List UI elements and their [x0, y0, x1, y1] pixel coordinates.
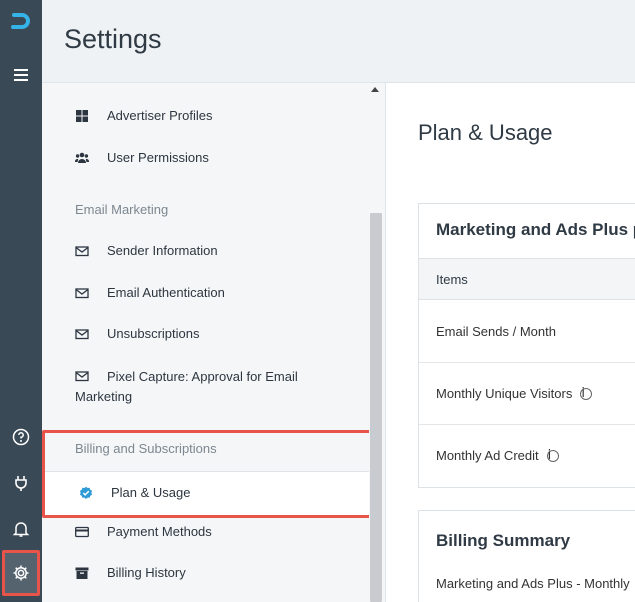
row-label-wrap: Monthly Unique Visitors i — [436, 386, 593, 401]
billing-summary-title: Billing Summary — [436, 531, 571, 550]
nav-item-email-authentication[interactable]: Email Authentication — [75, 285, 225, 300]
integrations-button[interactable] — [0, 465, 42, 501]
section-title: Plan & Usage — [418, 120, 553, 145]
billing-summary-card: Billing Summary Marketing and Ads Plus -… — [418, 510, 635, 602]
nav-item-user-permissions[interactable]: User Permissions — [75, 150, 209, 165]
page-header: Settings — [42, 0, 635, 83]
envelope-icon — [75, 329, 89, 340]
help-button[interactable] — [0, 419, 42, 455]
info-icon[interactable]: i — [580, 387, 593, 400]
brand-logo-icon[interactable] — [9, 10, 33, 34]
users-icon — [75, 152, 89, 163]
scroll-up-arrow-icon[interactable] — [371, 87, 379, 92]
grid-icon — [76, 110, 88, 122]
nav-item-plan-usage[interactable]: Plan & Usage — [45, 471, 373, 515]
billing-summary-line: Marketing and Ads Plus - Monthly — [436, 576, 630, 591]
help-icon — [12, 428, 30, 446]
app-rail — [0, 0, 42, 602]
nav-item-label: Email Authentication — [107, 285, 225, 300]
nav-item-label: User Permissions — [107, 150, 209, 165]
nav-item-label: Pixel Capture: Approval for Email — [107, 369, 298, 384]
table-row: Monthly Ad Credit i — [419, 425, 635, 487]
settings-nav: Advertiser Profiles User Permissions Ema… — [42, 83, 385, 602]
nav-item-pixel-capture[interactable]: Pixel Capture: Approval for Email Market… — [75, 367, 335, 407]
nav-item-label: Payment Methods — [107, 524, 212, 539]
archive-icon — [75, 567, 89, 579]
column-header-items: Items — [436, 272, 468, 287]
row-label-wrap: Monthly Ad Credit i — [436, 448, 559, 463]
menu-button[interactable] — [0, 57, 42, 93]
highlight-billing-section: Billing and Subscriptions Plan & Usage — [42, 430, 376, 518]
row-label: Monthly Unique Visitors — [436, 386, 573, 401]
nav-item-billing-history[interactable]: Billing History — [75, 565, 186, 580]
nav-item-sender-information[interactable]: Sender Information — [75, 243, 218, 258]
plan-card: Marketing and Ads Plus pl Items Email Se… — [418, 203, 635, 488]
nav-section-email-marketing: Email Marketing — [75, 202, 169, 217]
notifications-button[interactable] — [0, 511, 42, 547]
envelope-icon — [75, 371, 89, 382]
nav-item-payment-methods[interactable]: Payment Methods — [75, 524, 212, 539]
nav-scrollbar[interactable] — [369, 83, 385, 602]
nav-section-billing: Billing and Subscriptions — [75, 441, 217, 456]
gear-icon — [13, 565, 29, 581]
envelope-icon — [75, 288, 89, 299]
hamburger-icon — [14, 69, 28, 81]
settings-button[interactable] — [2, 550, 40, 596]
nav-item-label: Billing History — [107, 565, 186, 580]
nav-item-label: Plan & Usage — [111, 485, 191, 500]
credit-card-icon — [75, 526, 89, 538]
info-icon[interactable]: i — [546, 449, 559, 462]
nav-item-label-line2: Marketing — [75, 389, 133, 404]
table-row: Email Sends / Month — [419, 301, 635, 363]
row-label: Monthly Ad Credit — [436, 448, 539, 463]
table-header: Items — [419, 258, 635, 300]
row-label: Email Sends / Month — [436, 324, 556, 339]
nav-item-label: Unsubscriptions — [107, 326, 200, 341]
bell-icon — [12, 522, 30, 537]
main-content: Plan & Usage Marketing and Ads Plus pl I… — [385, 83, 635, 602]
table-row: Monthly Unique Visitors i — [419, 363, 635, 425]
check-badge-icon — [80, 486, 92, 499]
nav-item-label: Advertiser Profiles — [107, 108, 213, 123]
envelope-icon — [75, 246, 89, 257]
plug-icon — [15, 476, 27, 491]
plan-card-title: Marketing and Ads Plus pl — [436, 220, 635, 239]
scrollbar-thumb[interactable] — [370, 213, 382, 602]
nav-item-label: Sender Information — [107, 243, 218, 258]
page-title: Settings — [64, 24, 162, 54]
nav-item-advertiser-profiles[interactable]: Advertiser Profiles — [75, 108, 212, 123]
nav-item-unsubscriptions[interactable]: Unsubscriptions — [75, 326, 200, 341]
